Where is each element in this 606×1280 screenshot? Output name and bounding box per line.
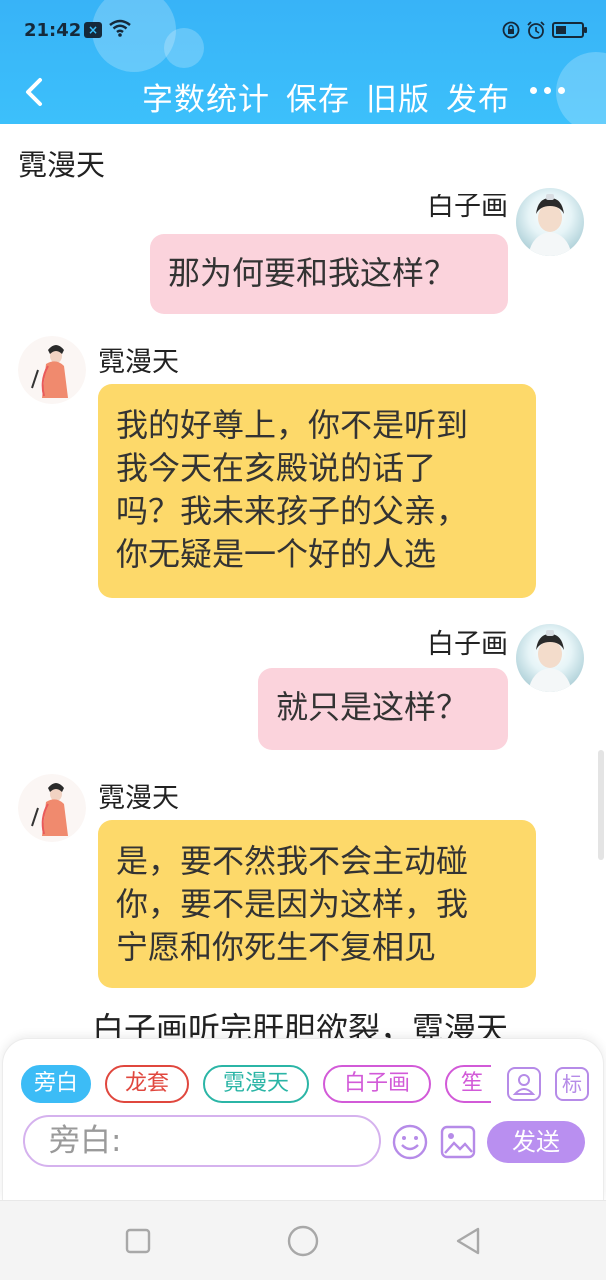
- battery-icon: [552, 22, 587, 38]
- lock-rotation-icon: [502, 21, 520, 39]
- home-icon[interactable]: [283, 1221, 323, 1261]
- input-panel: 旁白 龙套 霓漫天 白子画 笙 标 旁白: 发送: [2, 1038, 604, 1200]
- message-text: 就只是这样？: [276, 688, 469, 726]
- system-nav-bar: [0, 1200, 606, 1280]
- role-chip-bai-zihua[interactable]: 白子画: [323, 1065, 431, 1103]
- message-line: 你，要不是因为这样，我: [116, 885, 469, 923]
- publish-button[interactable]: 发布: [446, 74, 510, 119]
- scrollbar[interactable]: [598, 750, 604, 860]
- message-line: 吗？我未来孩子的父亲，: [116, 492, 469, 530]
- role-chip-extra[interactable]: 龙套: [105, 1065, 189, 1103]
- avatar[interactable]: [516, 188, 584, 256]
- speaker-name: 白子画: [427, 194, 508, 218]
- recent-apps-icon[interactable]: [118, 1221, 158, 1261]
- message-line: 是，要不然我不会主动碰: [116, 842, 469, 880]
- character-portrait-icon: [528, 630, 572, 692]
- speaker-name: 霓漫天: [98, 347, 179, 378]
- chat-area[interactable]: 霓漫天 白子画 那为何要和我这样？ 霓漫天 我的好尊上，你不是听到 我今天在亥殿…: [0, 124, 606, 1038]
- send-button[interactable]: 发送: [487, 1121, 585, 1163]
- avatar[interactable]: [516, 624, 584, 692]
- message-bubble: 那为何要和我这样？: [150, 234, 508, 314]
- message-line: 你无疑是一个好的人选: [116, 535, 437, 573]
- save-button[interactable]: 保存: [286, 74, 350, 119]
- toolbar: 字数统计 保存 旧版 发布: [0, 60, 606, 124]
- message-bubble: 就只是这样？: [258, 668, 508, 750]
- status-time: 21:42: [24, 20, 82, 41]
- message-line: 我今天在亥殿说的话了: [116, 449, 437, 487]
- message-input[interactable]: 旁白:: [23, 1115, 381, 1167]
- alarm-icon: [527, 21, 545, 39]
- speaker-name: 霓漫天: [98, 783, 179, 814]
- back-icon[interactable]: [448, 1221, 488, 1261]
- message-line: 宁愿和你死生不复相见: [116, 928, 437, 966]
- back-arrow-icon[interactable]: [14, 70, 54, 114]
- role-chip-narration[interactable]: 旁白: [21, 1065, 91, 1103]
- old-version-button[interactable]: 旧版: [366, 74, 430, 119]
- narration-text: 白子画听完肝胆欲裂，霓漫天: [92, 1010, 509, 1038]
- avatar[interactable]: [18, 774, 86, 842]
- character-portrait-icon: [528, 194, 572, 256]
- role-chip-more[interactable]: 笙: [445, 1065, 491, 1103]
- image-icon[interactable]: [439, 1123, 477, 1161]
- person-icon[interactable]: [507, 1067, 541, 1101]
- emoji-icon[interactable]: [391, 1123, 429, 1161]
- character-portrait-icon: [18, 336, 86, 404]
- avatar[interactable]: [18, 336, 86, 404]
- more-menu-icon[interactable]: [530, 84, 566, 98]
- tag-button[interactable]: 标: [555, 1067, 589, 1101]
- status-bar: 21:42 ×: [0, 0, 606, 60]
- role-chips: 旁白 龙套 霓漫天 白子画 笙: [21, 1065, 491, 1105]
- word-count-button[interactable]: 字数统计: [142, 74, 270, 119]
- role-chip-ni-mantian[interactable]: 霓漫天: [203, 1065, 309, 1103]
- character-portrait-icon: [18, 774, 86, 842]
- speaker-name: 白子画: [427, 629, 508, 660]
- wifi-icon: [109, 19, 131, 37]
- speaker-name: 霓漫天: [18, 148, 106, 182]
- notification-icon: ×: [84, 22, 102, 38]
- message-line: 我的好尊上，你不是听到: [116, 406, 469, 444]
- message-bubble: 是，要不然我不会主动碰 你，要不是因为这样，我 宁愿和你死生不复相见: [98, 820, 536, 988]
- app-header: 21:42 × 字数统计 保存 旧版 发布: [0, 0, 606, 124]
- message-bubble: 我的好尊上，你不是听到 我今天在亥殿说的话了 吗？我未来孩子的父亲， 你无疑是一…: [98, 384, 536, 598]
- message-text: 那为何要和我这样？: [168, 254, 457, 292]
